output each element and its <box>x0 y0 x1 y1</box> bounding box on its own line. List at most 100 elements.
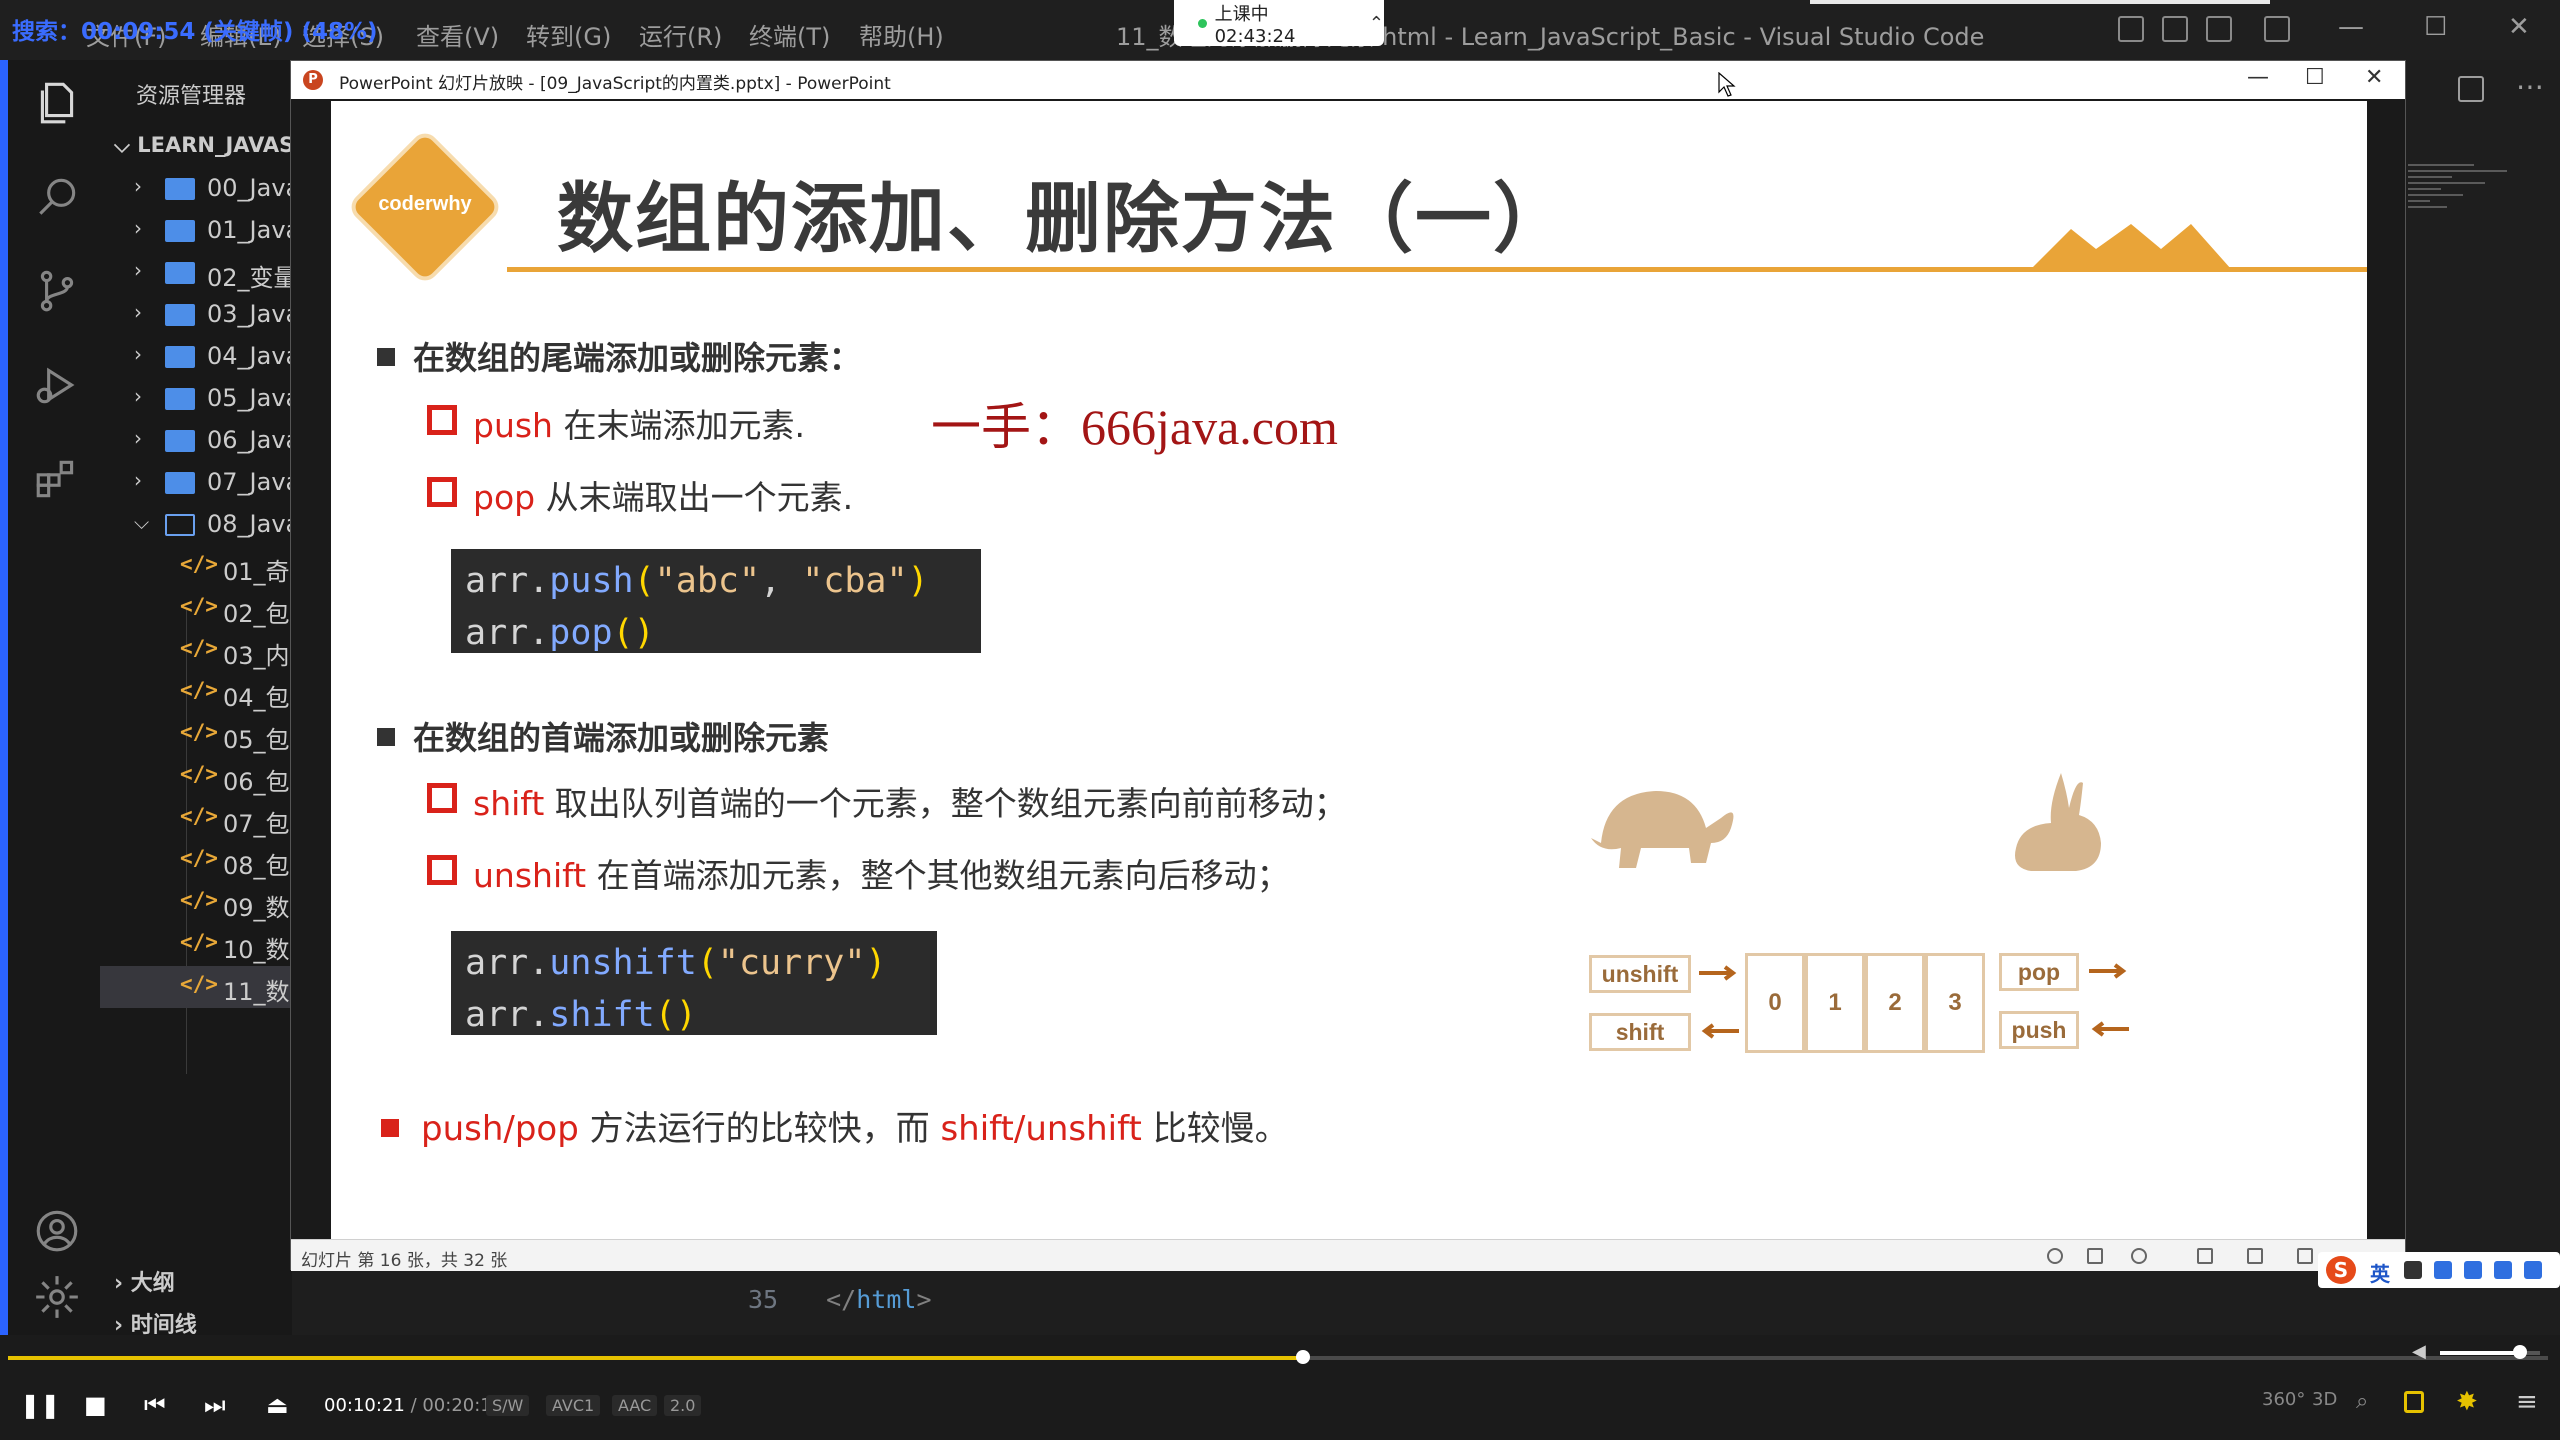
extensions-icon[interactable] <box>32 454 82 504</box>
punctuation-icon[interactable] <box>2404 1261 2422 1279</box>
more-actions-icon[interactable]: ⋯ <box>2516 70 2544 103</box>
menu-icon[interactable]: ≡ <box>2516 1387 2538 1417</box>
html-file-icon: </> <box>180 636 218 660</box>
skin-icon[interactable] <box>2494 1261 2512 1279</box>
file-11-selected[interactable]: </> 11_数组 <box>100 966 314 1008</box>
ime-toolbar[interactable]: S 英 <box>2318 1252 2560 1288</box>
eject-icon[interactable]: ⏏ <box>266 1391 289 1419</box>
3d-button[interactable]: 3D <box>2312 1389 2337 1410</box>
rabbit-icon <box>2015 773 2101 871</box>
folder-02[interactable]: › 02_变量 <box>100 252 298 294</box>
seek-bar[interactable] <box>8 1350 2548 1364</box>
file-10[interactable]: </> 10_数组 <box>100 924 314 966</box>
minimize-icon[interactable]: — <box>2338 12 2364 42</box>
volume-icon[interactable]: ◀ <box>2412 1341 2426 1362</box>
line-number: 35 <box>748 1285 779 1314</box>
file-05[interactable]: </> 05_包装 <box>100 714 314 756</box>
file-02[interactable]: </> 02_包装 <box>100 588 314 630</box>
html-file-icon: </> <box>180 552 218 576</box>
toggle-panel-icon[interactable] <box>2162 16 2188 42</box>
menu-go[interactable]: 转到(G) <box>526 17 611 52</box>
menu-run[interactable]: 运行(R) <box>639 17 722 52</box>
ime-language[interactable]: 英 <box>2370 1258 2390 1287</box>
ppt-maximize-icon[interactable]: ☐ <box>2305 65 2325 90</box>
source-control-icon[interactable] <box>32 266 82 316</box>
folder-00[interactable]: › 00_JavaScript <box>100 168 370 210</box>
file-07[interactable]: </> 07_包装 <box>100 798 314 840</box>
slide-sorter-icon[interactable] <box>2247 1248 2263 1264</box>
playlist-icon[interactable] <box>2404 1391 2424 1413</box>
code-paren: ) <box>907 561 929 601</box>
arrow-left-icon <box>1701 1023 1739 1039</box>
code-arr: arr <box>465 613 529 653</box>
keyboard-icon[interactable] <box>2464 1261 2482 1279</box>
chevron-up-icon[interactable]: ⌃ <box>1369 13 1384 34</box>
stop-icon[interactable]: ■ <box>84 1391 107 1419</box>
account-icon[interactable] <box>32 1206 82 1256</box>
turtle-icon <box>1591 791 1734 868</box>
ppt-minimize-icon[interactable]: — <box>2247 65 2269 90</box>
folder-06[interactable]: › 06_JavaScript <box>100 420 370 462</box>
activity-bar <box>0 60 100 1335</box>
zoom-search-icon[interactable]: ⌕ <box>2356 1389 2368 1414</box>
volume-slider[interactable] <box>2440 1345 2540 1359</box>
close-icon[interactable]: ✕ <box>2508 12 2530 42</box>
vr-360-button[interactable]: 360° <box>2262 1389 2305 1410</box>
microphone-icon[interactable] <box>2434 1261 2452 1279</box>
toggle-sidebar-icon[interactable] <box>2118 16 2144 42</box>
code-paren: () <box>654 995 697 1035</box>
code-tag-name: html <box>856 1285 917 1314</box>
explorer-icon[interactable] <box>32 78 82 128</box>
file-06[interactable]: </> 06_包装 <box>100 756 314 798</box>
slide[interactable]: coderwhy 数组的添加、删除方法（一） 在数组的尾端添加或删除元素： pu… <box>331 101 2367 1249</box>
powerpoint-title-bar: P PowerPoint 幻灯片放映 - [09_JavaScript的内置类.… <box>291 61 2405 99</box>
ppt-close-icon[interactable]: ✕ <box>2365 65 2383 90</box>
settings-icon[interactable]: ✸ <box>2456 1387 2478 1417</box>
settings-gear-icon[interactable] <box>32 1272 82 1322</box>
html-file-icon: </> <box>180 888 218 912</box>
menu-help[interactable]: 帮助(H) <box>859 17 944 52</box>
maximize-icon[interactable]: ☐ <box>2424 12 2447 42</box>
customize-layout-icon[interactable] <box>2264 16 2290 42</box>
toggle-secondary-sidebar-icon[interactable] <box>2206 16 2232 42</box>
search-icon[interactable] <box>32 172 82 222</box>
reading-view-icon[interactable] <box>2297 1248 2313 1264</box>
next-icon[interactable]: ⏭ <box>204 1391 226 1419</box>
next-slide-icon[interactable] <box>2131 1248 2147 1264</box>
file-03[interactable]: </> 03_内置 <box>100 630 314 672</box>
file-08[interactable]: </> 08_包装 <box>100 840 314 882</box>
pause-icon[interactable]: ❚❚ <box>20 1391 60 1419</box>
folder-08[interactable]: ⌵ 08_JavaScript <box>100 504 370 546</box>
outline-section[interactable]: › 大纲 <box>114 1265 175 1297</box>
normal-view-icon[interactable] <box>2197 1248 2213 1264</box>
array-cell-0: 0 <box>1745 953 1805 1053</box>
seek-handle[interactable] <box>1296 1350 1311 1364</box>
live-status-pill[interactable]: 上课中 02:43:24 ⌃ <box>1174 0 1384 47</box>
folder-05[interactable]: › 05_JavaScript <box>100 378 370 420</box>
section-heading-start: 在数组的首端添加或删除元素 <box>377 713 829 759</box>
outline-label: 大纲 <box>130 1271 175 1296</box>
previous-icon[interactable]: ⏮ <box>144 1391 166 1419</box>
folder-01[interactable]: › 01_JavaScript <box>100 210 370 252</box>
chevron-right-icon: › <box>134 216 142 240</box>
file-01[interactable]: </> 01_奇 <box>100 546 292 588</box>
code-dot: . <box>528 561 550 601</box>
pop-keyword: pop <box>473 478 536 517</box>
editor-code-line[interactable]: 35 </html> <box>748 1285 932 1314</box>
prev-slide-icon[interactable] <box>2047 1248 2063 1264</box>
menu-view[interactable]: 查看(V) <box>416 17 499 52</box>
split-editor-icon[interactable] <box>2458 76 2484 102</box>
folder-07[interactable]: › 07_JavaScript <box>100 462 370 504</box>
arrow-right-icon <box>2089 963 2127 979</box>
menu-terminal[interactable]: 终端(T) <box>749 17 830 52</box>
file-04[interactable]: </> 04_包装 <box>100 672 314 714</box>
folder-04[interactable]: › 04_JavaScript <box>100 336 370 378</box>
volume-handle[interactable] <box>2513 1345 2527 1359</box>
run-debug-icon[interactable] <box>32 360 82 410</box>
folder-03[interactable]: › 03_JavaScript <box>100 294 370 336</box>
slide-menu-icon[interactable] <box>2087 1248 2103 1264</box>
toolbox-icon[interactable] <box>2524 1261 2542 1279</box>
minimap[interactable] <box>2408 160 2518 260</box>
file-09[interactable]: </> 09_数组 <box>100 882 314 924</box>
code-dot: . <box>528 943 550 983</box>
